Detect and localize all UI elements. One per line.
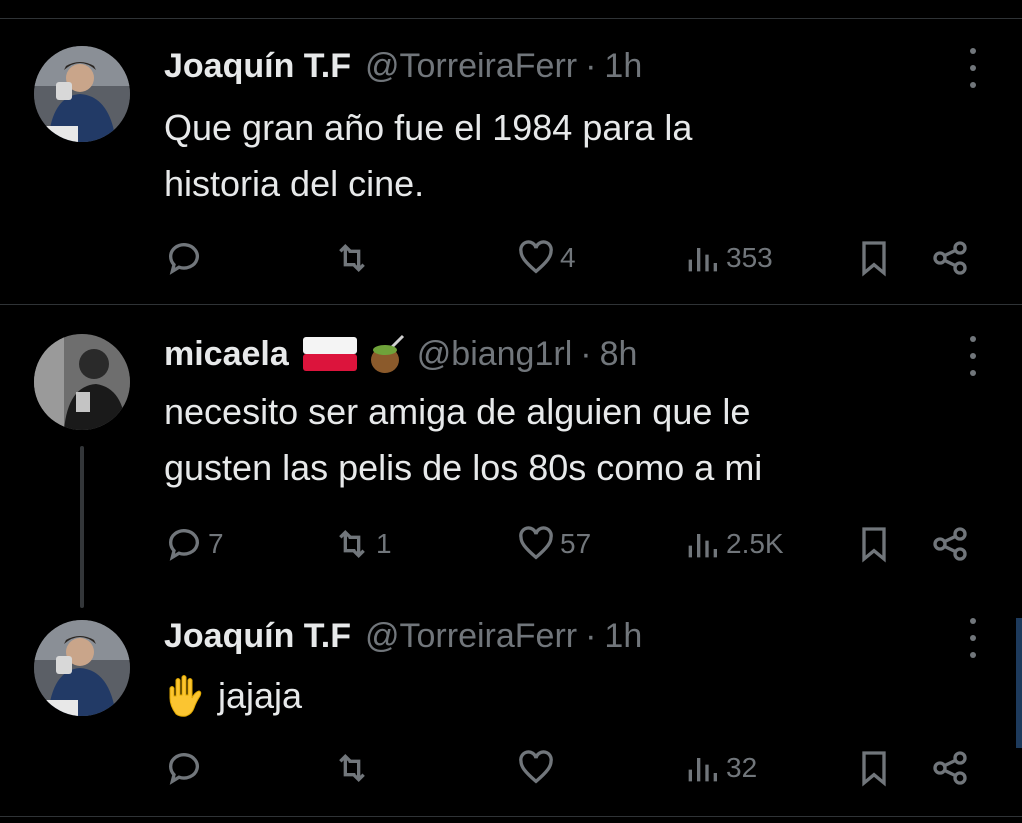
heart-icon	[519, 750, 553, 784]
timestamp[interactable]: 1h	[604, 617, 642, 656]
raised-hand-icon	[164, 674, 208, 718]
retweet-button[interactable]	[332, 746, 376, 790]
retweet-icon	[339, 529, 365, 559]
reply-button[interactable]: 7	[164, 522, 224, 566]
tweet-actions: 4 353	[164, 236, 984, 280]
views-button[interactable]: 353	[682, 236, 773, 280]
retweet-button[interactable]	[332, 236, 376, 280]
tweet-text: jajaja	[218, 675, 303, 716]
bookmark-button[interactable]	[854, 236, 894, 280]
like-count: 57	[560, 528, 592, 559]
retweet-count: 1	[376, 528, 392, 559]
heart-icon	[519, 526, 553, 560]
tweet-actions: 7 1 57 2.5K	[164, 522, 984, 566]
person-photo-avatar-icon	[34, 334, 130, 430]
view-count: 353	[726, 242, 773, 273]
person-photo-avatar-icon	[34, 46, 130, 142]
person-photo-avatar-icon	[34, 620, 130, 716]
retweet-icon	[339, 753, 365, 783]
separator: ·	[580, 334, 592, 373]
like-button[interactable]: 4	[516, 236, 576, 280]
views-icon	[688, 758, 717, 782]
mate-icon	[367, 334, 407, 374]
more-options-icon[interactable]	[968, 48, 978, 88]
reply-button[interactable]	[164, 746, 208, 790]
retweet-icon	[339, 243, 365, 273]
bookmark-button[interactable]	[854, 522, 894, 566]
bookmark-button[interactable]	[854, 746, 894, 790]
user-handle[interactable]: @TorreiraFerr	[365, 47, 577, 86]
user-handle[interactable]: @biang1rl	[417, 335, 573, 374]
bookmark-icon	[862, 527, 886, 563]
like-button[interactable]: 57	[516, 522, 591, 566]
scrollbar[interactable]	[1016, 618, 1022, 748]
avatar[interactable]	[34, 620, 130, 716]
separator: ·	[585, 616, 597, 655]
thread-connector	[80, 446, 84, 608]
reply-icon	[169, 753, 199, 785]
reply-icon	[169, 243, 199, 275]
display-name[interactable]: Joaquín T.F	[164, 47, 351, 86]
divider	[0, 816, 1022, 817]
tweet-header: micaela @biang1rl · 8h	[164, 332, 637, 376]
more-options-icon[interactable]	[968, 618, 978, 658]
more-options-icon[interactable]	[968, 336, 978, 376]
avatar[interactable]	[34, 46, 130, 142]
avatar[interactable]	[34, 334, 130, 430]
poland-flag-icon	[302, 337, 357, 371]
tweet-text: Que gran año fue el 1984 para la histori…	[164, 107, 693, 204]
timeline: Joaquín T.F @TorreiraFerr · 1h Que gran …	[0, 0, 1022, 823]
user-handle[interactable]: @TorreiraFerr	[365, 617, 577, 656]
share-icon	[933, 751, 967, 785]
share-icon	[933, 527, 967, 561]
bookmark-icon	[862, 751, 886, 787]
view-count: 2.5K	[726, 528, 784, 559]
bookmark-icon	[862, 241, 886, 277]
display-name[interactable]: Joaquín T.F	[164, 617, 351, 656]
reply-count: 7	[208, 528, 224, 559]
heart-icon	[519, 240, 553, 274]
views-icon	[688, 248, 717, 272]
share-button[interactable]	[930, 236, 970, 280]
timestamp[interactable]: 8h	[600, 335, 638, 374]
display-name[interactable]: micaela	[164, 335, 289, 374]
divider	[0, 18, 1022, 19]
timestamp[interactable]: 1h	[604, 47, 642, 86]
share-icon	[933, 241, 967, 275]
tweet-header: Joaquín T.F @TorreiraFerr · 1h	[164, 44, 642, 88]
views-button[interactable]: 32	[682, 746, 757, 790]
tweet-text: necesito ser amiga de alguien que le gus…	[164, 391, 763, 488]
like-button[interactable]	[516, 746, 560, 790]
view-count: 32	[726, 752, 758, 783]
divider	[0, 304, 1022, 305]
reply-button[interactable]	[164, 236, 208, 280]
tweet-header: Joaquín T.F @TorreiraFerr · 1h	[164, 614, 642, 658]
views-button[interactable]: 2.5K	[682, 522, 784, 566]
reply-icon	[169, 529, 199, 561]
tweet-actions: 32	[164, 746, 984, 790]
share-button[interactable]	[930, 746, 970, 790]
separator: ·	[585, 46, 597, 85]
retweet-button[interactable]: 1	[332, 522, 392, 566]
like-count: 4	[560, 242, 576, 273]
share-button[interactable]	[930, 522, 970, 566]
views-icon	[688, 534, 717, 558]
tweet-body: jajaja	[164, 668, 964, 724]
